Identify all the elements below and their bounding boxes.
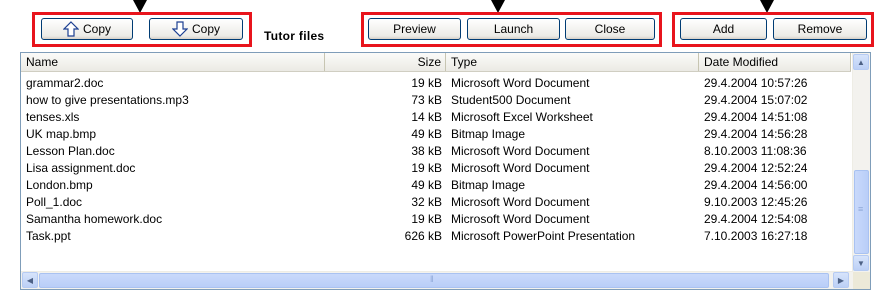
section-title: Tutor files bbox=[264, 29, 325, 43]
table-row[interactable]: Lisa assignment.doc 19 kB Microsoft Word D… bbox=[21, 160, 851, 176]
cell-name: UK map.bmp bbox=[26, 127, 97, 141]
column-header-size[interactable]: Size bbox=[325, 53, 446, 71]
table-row[interactable]: UK map.bmp 49 kB Bitmap Image 29.4.2004 14:… bbox=[21, 126, 851, 142]
horizontal-scroll-thumb[interactable]: ‖ bbox=[39, 273, 829, 288]
cell-name: Lisa assignment.doc bbox=[26, 161, 136, 175]
column-header-date[interactable]: Date Modified bbox=[699, 53, 851, 71]
cell-date: 29.4.2004 12:52:24 bbox=[704, 161, 808, 175]
cell-date: 29.4.2004 14:56:28 bbox=[704, 127, 808, 141]
cell-size: 19 kB bbox=[411, 76, 442, 90]
column-header-type[interactable]: Type bbox=[446, 53, 699, 71]
column-header-name[interactable]: Name bbox=[21, 53, 325, 71]
cell-name: how to give presentations.mp3 bbox=[26, 93, 189, 107]
cell-name: grammar2.doc bbox=[26, 76, 104, 90]
table-row[interactable]: Task.ppt 626 kB Microsoft PowerPoint Prese… bbox=[21, 228, 851, 244]
add-label: Add bbox=[712, 22, 735, 36]
cell-date: 29.4.2004 15:07:02 bbox=[704, 93, 808, 107]
cell-size: 49 kB bbox=[411, 178, 442, 192]
cell-date: 29.4.2004 14:56:00 bbox=[704, 178, 808, 192]
cell-date: 29.4.2004 12:54:08 bbox=[704, 212, 808, 226]
scroll-up-button[interactable]: ▲ bbox=[853, 54, 869, 70]
cell-type: Bitmap Image bbox=[451, 178, 526, 192]
cell-name: tenses.xls bbox=[26, 110, 80, 124]
copy-down-button[interactable]: Copy bbox=[149, 18, 243, 40]
vertical-scrollbar[interactable]: ▲ ≡ ▼ bbox=[852, 53, 870, 273]
cell-name: Poll_1.doc bbox=[26, 195, 83, 209]
cell-type: Microsoft Word Document bbox=[451, 212, 590, 226]
file-list[interactable]: Name Size Type Date Modified grammar2.do… bbox=[20, 52, 871, 290]
cell-date: 8.10.2003 11:08:36 bbox=[704, 144, 807, 158]
launch-button[interactable]: Launch bbox=[467, 18, 560, 40]
cell-size: 19 kB bbox=[411, 212, 442, 226]
cell-date: 29.4.2004 14:51:08 bbox=[704, 110, 808, 124]
launch-label: Launch bbox=[493, 22, 534, 36]
cell-type: Microsoft Word Document bbox=[451, 144, 590, 158]
cell-date: 29.4.2004 10:57:26 bbox=[704, 76, 808, 90]
table-row[interactable]: Samantha homework.doc 19 kB Microsoft Word… bbox=[21, 211, 851, 227]
table-row[interactable]: grammar2.doc 19 kB Microsoft Word Document… bbox=[21, 75, 851, 91]
table-row[interactable]: tenses.xls 14 kB Microsoft Excel Worksheet… bbox=[21, 109, 851, 125]
preview-button[interactable]: Preview bbox=[368, 18, 461, 40]
cell-type: Student500 Document bbox=[451, 93, 571, 107]
scroll-right-button[interactable]: ▶ bbox=[833, 272, 849, 288]
copy-up-label: Copy bbox=[82, 22, 111, 36]
cell-type: Microsoft Word Document bbox=[451, 161, 590, 175]
cell-name: Task.ppt bbox=[26, 229, 71, 243]
copy-down-label: Copy bbox=[191, 22, 220, 36]
arrow-up-icon bbox=[62, 21, 79, 37]
cell-type: Microsoft Word Document bbox=[451, 195, 590, 209]
table-row[interactable]: Lesson Plan.doc 38 kB Microsoft Word Docum… bbox=[21, 143, 851, 159]
copy-up-button[interactable]: Copy bbox=[41, 18, 133, 40]
cell-size: 73 kB bbox=[411, 93, 442, 107]
remove-button[interactable]: Remove bbox=[773, 18, 867, 40]
table-row[interactable]: Poll_1.doc 32 kB Microsoft Word Document 9.… bbox=[21, 194, 851, 210]
close-label: Close bbox=[594, 22, 626, 36]
cell-size: 626 kB bbox=[404, 229, 442, 243]
cell-type: Microsoft Excel Worksheet bbox=[451, 110, 593, 124]
scroll-corner bbox=[853, 272, 870, 289]
close-button[interactable]: Close bbox=[565, 18, 655, 40]
cell-type: Microsoft Word Document bbox=[451, 76, 590, 90]
list-header: Name Size Type Date Modified bbox=[21, 53, 851, 72]
cell-type: Microsoft PowerPoint Presentation bbox=[451, 229, 636, 243]
remove-label: Remove bbox=[797, 22, 843, 36]
table-row[interactable]: London.bmp 49 kB Bitmap Image 29.4.2004 14:… bbox=[21, 177, 851, 193]
scroll-left-button[interactable]: ◀ bbox=[22, 272, 38, 288]
cell-size: 32 kB bbox=[411, 195, 442, 209]
cell-date: 7.10.2003 16:27:18 bbox=[704, 229, 808, 243]
scroll-down-button[interactable]: ▼ bbox=[853, 255, 869, 271]
cell-size: 14 kB bbox=[411, 110, 442, 124]
cell-type: Bitmap Image bbox=[451, 127, 526, 141]
cell-size: 38 kB bbox=[411, 144, 442, 158]
cell-name: Samantha homework.doc bbox=[26, 212, 163, 226]
add-button[interactable]: Add bbox=[680, 18, 767, 40]
grip-icon: ‖ bbox=[430, 274, 434, 284]
cell-size: 49 kB bbox=[411, 127, 442, 141]
horizontal-scrollbar[interactable]: ◀ ‖ ▶ bbox=[21, 271, 853, 289]
cell-name: London.bmp bbox=[26, 178, 93, 192]
grip-icon: ≡ bbox=[858, 204, 864, 214]
arrow-down-icon bbox=[171, 21, 188, 37]
vertical-scroll-thumb[interactable]: ≡ bbox=[854, 170, 869, 254]
preview-label: Preview bbox=[393, 22, 436, 36]
table-row[interactable]: how to give presentations.mp3 73 kB Studen… bbox=[21, 92, 851, 108]
cell-name: Lesson Plan.doc bbox=[26, 144, 115, 158]
cell-size: 19 kB bbox=[411, 161, 442, 175]
cell-date: 9.10.2003 12:45:26 bbox=[704, 195, 808, 209]
